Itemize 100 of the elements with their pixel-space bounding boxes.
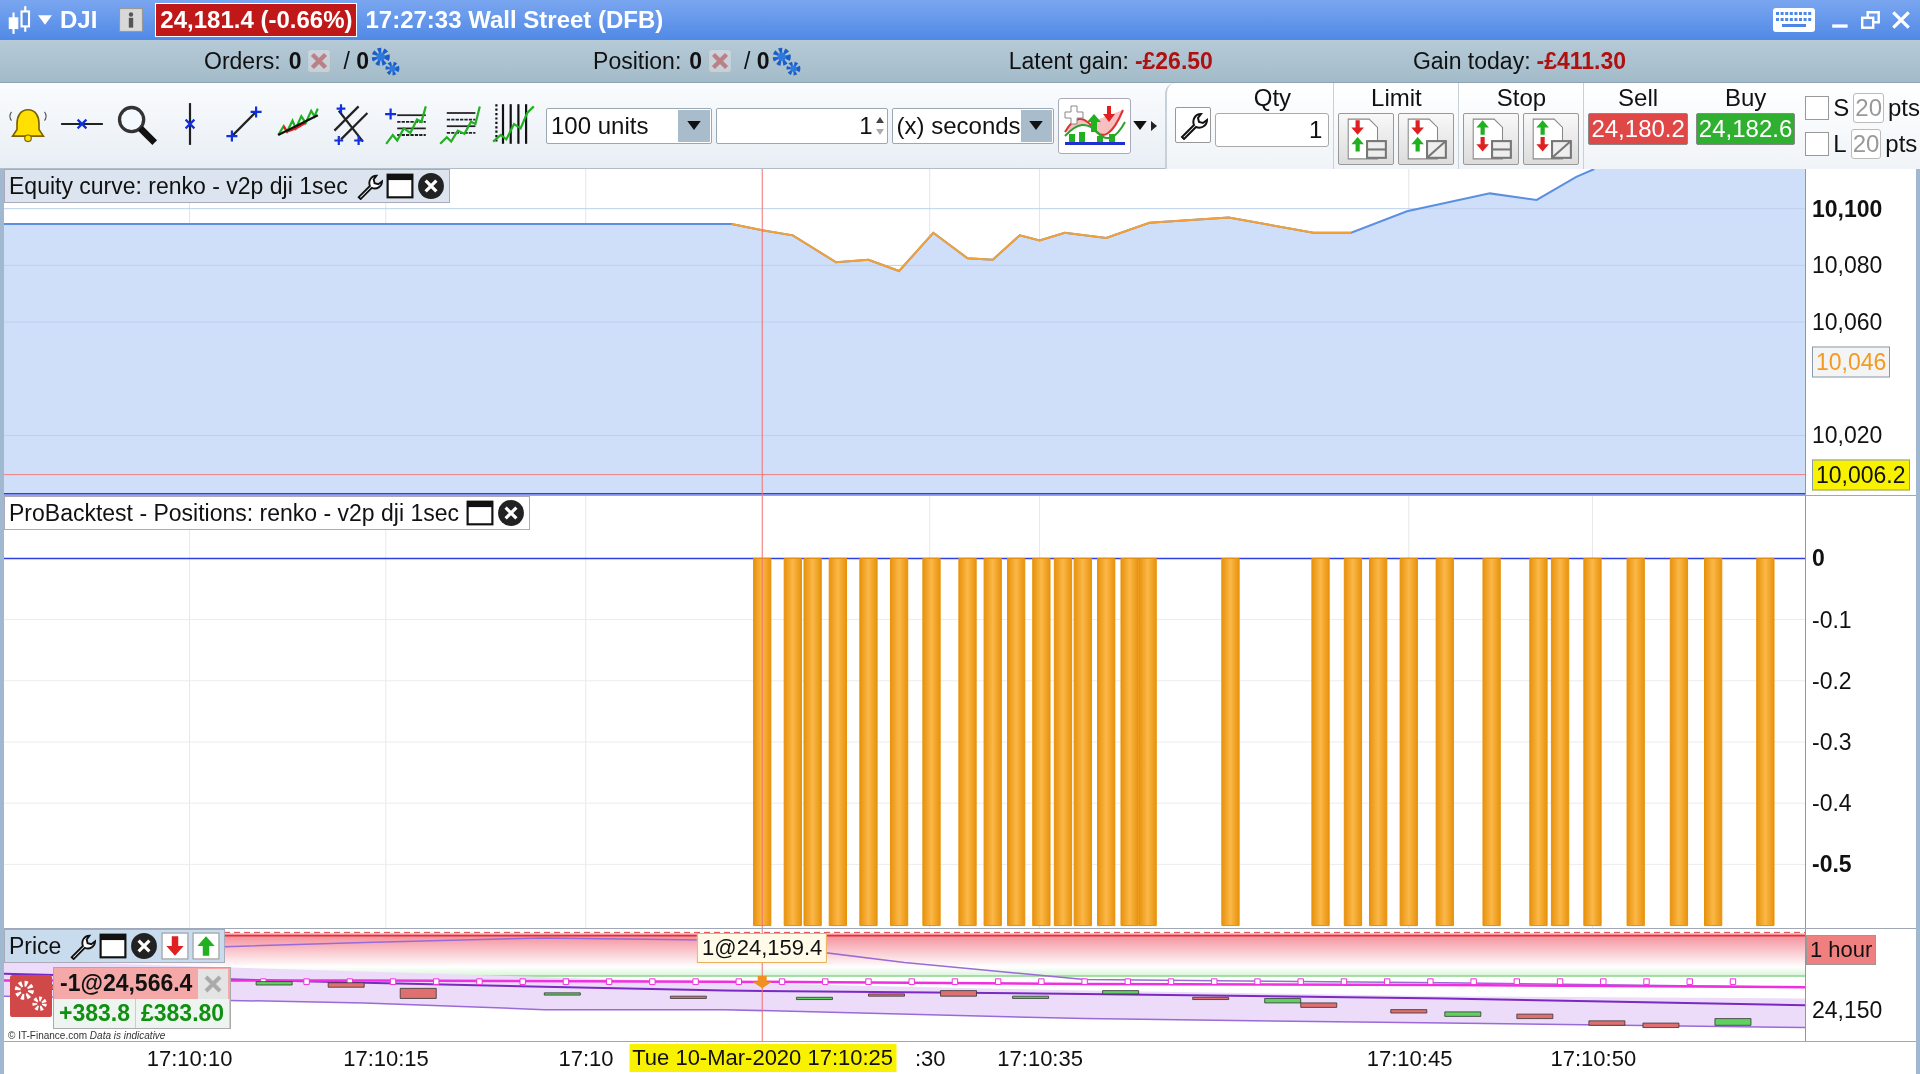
axis-label: 0 bbox=[1812, 544, 1825, 572]
gain-today-label: Gain today: bbox=[1412, 47, 1531, 75]
candle bbox=[1012, 995, 1049, 999]
arrow-down-icon[interactable] bbox=[161, 932, 190, 960]
level-value-label: 10,006.2 bbox=[1812, 459, 1910, 491]
pending-orders-count: / 0 bbox=[343, 47, 370, 75]
axis-label: 10,080 bbox=[1812, 251, 1883, 279]
interval-label[interactable]: 1 hour bbox=[1806, 935, 1877, 965]
order-label: -1@24,566.4 bbox=[59, 969, 194, 998]
close-icon[interactable] bbox=[497, 499, 525, 527]
gears-icon[interactable] bbox=[369, 45, 402, 77]
candle bbox=[1588, 1020, 1626, 1026]
sell-label: Sell bbox=[1618, 82, 1659, 113]
candle bbox=[543, 992, 581, 996]
limit-order-button[interactable] bbox=[1398, 112, 1455, 165]
caret-icon[interactable] bbox=[1133, 121, 1148, 130]
axis-label: 10,060 bbox=[1812, 308, 1883, 336]
qty-label: Qty bbox=[1253, 82, 1292, 113]
axis-label: 24,150 bbox=[1812, 997, 1884, 1024]
settings-button[interactable] bbox=[1175, 106, 1212, 143]
protection-label: L bbox=[1833, 129, 1847, 158]
keyboard-icon[interactable] bbox=[1772, 6, 1816, 34]
time-axis-label: 17:10:50 bbox=[1550, 1046, 1637, 1072]
position-label: Position: bbox=[593, 47, 682, 75]
time-axis-label: 17:10:35 bbox=[997, 1046, 1083, 1072]
candle bbox=[669, 995, 707, 999]
candle bbox=[796, 996, 833, 1000]
candle bbox=[1102, 990, 1140, 995]
candle bbox=[1714, 1018, 1752, 1026]
candle bbox=[255, 981, 293, 986]
time-axis-label: 17:10:45 bbox=[1366, 1046, 1453, 1072]
current-value-label: 10,046 bbox=[1812, 346, 1891, 378]
axis-label: -0.4 bbox=[1812, 789, 1852, 817]
trade-arrow-icon bbox=[752, 976, 773, 989]
checkbox[interactable] bbox=[1805, 131, 1830, 156]
trade-tooltip: 1@24,159.4 bbox=[697, 933, 828, 963]
window-icon[interactable] bbox=[385, 172, 414, 200]
candle bbox=[1642, 1022, 1680, 1028]
arrow-right-icon[interactable] bbox=[1151, 120, 1158, 131]
candle bbox=[1192, 996, 1230, 1000]
quantity-field[interactable]: 1 bbox=[1215, 112, 1330, 147]
window-icon[interactable] bbox=[466, 499, 494, 527]
candle bbox=[399, 987, 437, 999]
candle bbox=[327, 982, 365, 988]
latent-gain-label: Latent gain: bbox=[1008, 47, 1129, 75]
info-icon[interactable] bbox=[119, 8, 144, 32]
order-amount: £383.80 bbox=[136, 999, 231, 1028]
orders-label: Orders: bbox=[204, 47, 281, 75]
time-axis-label: :30 bbox=[914, 1046, 946, 1072]
interval-count-field[interactable]: 1 bbox=[715, 107, 888, 144]
units-dropdown[interactable]: 100 units bbox=[546, 107, 712, 144]
time-axis-label: 17:10 bbox=[558, 1046, 614, 1072]
stop-label: Stop bbox=[1496, 82, 1547, 113]
pending-position-count: / 0 bbox=[744, 47, 770, 75]
axis-label: -0.3 bbox=[1812, 728, 1852, 756]
limit-label: Limit bbox=[1371, 82, 1422, 113]
axis-label: -0.2 bbox=[1812, 667, 1852, 695]
candle bbox=[1390, 1009, 1428, 1014]
wrench-icon[interactable] bbox=[68, 932, 97, 960]
points-unit: pts bbox=[1885, 129, 1918, 158]
stop-order-button[interactable] bbox=[1523, 112, 1580, 165]
orders-count: 0 bbox=[288, 47, 302, 75]
copyright-note: © IT-Finance.com Data is indicative bbox=[8, 1030, 166, 1041]
panel-title: ProBacktest - Positions: renko - v2p dji 1sec bbox=[9, 499, 459, 527]
interval-unit-dropdown[interactable]: (x) seconds bbox=[891, 107, 1054, 144]
candle bbox=[1516, 1013, 1554, 1019]
order-points: +383.8 bbox=[54, 999, 136, 1028]
axis-label: -0.1 bbox=[1812, 606, 1852, 634]
axis-label: -0.5 bbox=[1812, 850, 1852, 878]
dropdown-arrow-icon[interactable] bbox=[1029, 121, 1044, 130]
protection-label: S bbox=[1833, 93, 1850, 122]
indicators-button[interactable] bbox=[1057, 97, 1132, 154]
axis-label: 10,020 bbox=[1812, 421, 1883, 449]
close-icon[interactable] bbox=[130, 932, 159, 960]
crosshair-date-label: Tue 10-Mar-2020 17:10:25 bbox=[629, 1044, 897, 1072]
limit-order-button[interactable] bbox=[1338, 112, 1395, 165]
time-axis-label: 17:10:15 bbox=[343, 1046, 429, 1072]
time-axis-label: 17:10:10 bbox=[146, 1046, 233, 1072]
dropdown-arrow-icon[interactable] bbox=[686, 121, 701, 130]
latent-gain-value: -£26.50 bbox=[1134, 47, 1213, 75]
market-description: 17:27:33 Wall Street (DFB) bbox=[365, 6, 664, 34]
stop-order-button[interactable] bbox=[1463, 112, 1520, 165]
price-change-label: 24,181.4 (-0.66%) bbox=[155, 3, 358, 37]
window-icon[interactable] bbox=[99, 932, 128, 960]
checkbox[interactable] bbox=[1805, 95, 1830, 120]
position-count: 0 bbox=[689, 47, 703, 75]
panel-title: Price bbox=[9, 932, 62, 960]
buy-label: Buy bbox=[1724, 82, 1767, 113]
gain-today-value: -£411.30 bbox=[1536, 47, 1627, 75]
candle bbox=[1444, 1011, 1482, 1017]
points-unit: pts bbox=[1888, 93, 1920, 122]
arrow-up-icon[interactable] bbox=[192, 932, 221, 960]
sell-button[interactable]: 24,180.2 bbox=[1588, 112, 1688, 145]
candle bbox=[940, 990, 977, 997]
restore-icon[interactable] bbox=[1860, 9, 1882, 31]
panel-title: Equity curve: renko - v2p dji 1sec bbox=[9, 172, 348, 200]
axis-label: 10,100 bbox=[1812, 195, 1883, 223]
gears-icon[interactable] bbox=[10, 975, 52, 1017]
candle bbox=[868, 993, 905, 997]
close-icon[interactable] bbox=[416, 172, 445, 200]
